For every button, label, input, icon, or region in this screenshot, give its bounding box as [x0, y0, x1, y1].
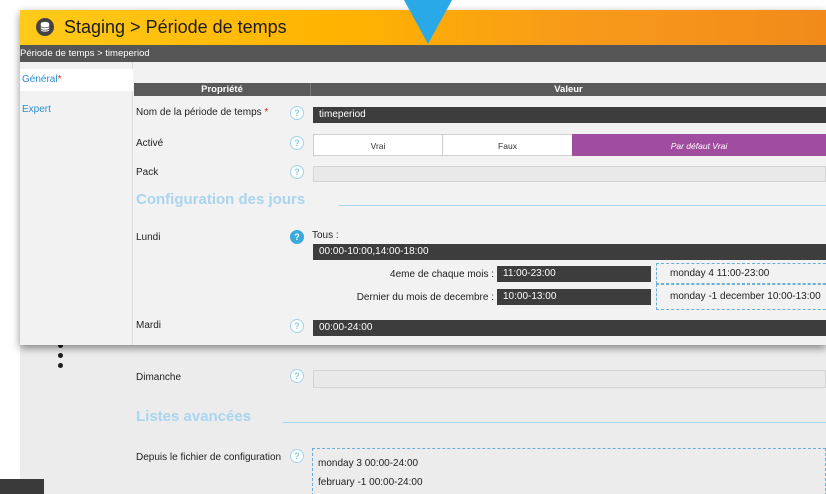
exception-label: Dernier du mois de decembre : — [356, 292, 494, 303]
timeperiod-window: Staging > Période de temps Période de te… — [20, 10, 826, 345]
sidebar-item-label: Général — [22, 74, 58, 85]
exception-preview: monday -1 december 10:00-13:00 — [670, 291, 821, 302]
ellipsis-dot — [58, 363, 63, 368]
help-icon[interactable]: ? — [290, 106, 304, 120]
exception-input[interactable]: 11:00-23:00 — [497, 266, 651, 282]
exception-preview: monday 4 11:00-23:00 — [670, 268, 770, 279]
help-icon[interactable]: ? — [290, 319, 304, 333]
lundi-label: Lundi — [136, 232, 161, 243]
database-icon — [36, 18, 54, 36]
name-input[interactable]: timeperiod — [313, 107, 826, 123]
required-marker: * — [57, 74, 62, 85]
sidebar: Général* Expert — [20, 62, 133, 345]
dimanche-label: Dimanche — [136, 372, 182, 383]
help-icon[interactable]: ? — [290, 165, 304, 179]
lundi-all-label: Tous : — [312, 230, 339, 241]
bottom-dark-tab — [0, 479, 44, 494]
config-line: monday 3 00:00-24:00 — [318, 458, 419, 469]
section-title-advanced-lists: Listes avancées — [136, 408, 252, 425]
help-icon[interactable]: ? — [290, 369, 304, 383]
sidebar-item-expert[interactable]: Expert — [20, 99, 133, 121]
exception-label: 4eme de chaque mois : — [390, 269, 494, 280]
help-icon[interactable]: ? — [290, 230, 304, 244]
sidebar-item-label: Expert — [22, 104, 51, 115]
pointer-notch — [404, 0, 452, 44]
section-divider — [339, 205, 826, 206]
active-option-default[interactable]: Par défaut Vrai — [572, 134, 826, 156]
table-header: Propriété Valeur — [134, 83, 826, 96]
section-title-days: Configuration des jours — [136, 191, 306, 208]
dimanche-input[interactable] — [313, 370, 826, 388]
pack-input[interactable] — [313, 166, 826, 182]
lundi-all-input[interactable]: 00:00-10:00,14:00-18:00 — [313, 244, 826, 260]
breadcrumb: Période de temps > timeperiod — [20, 45, 826, 62]
config-line: february -1 00:00-24:00 — [318, 477, 423, 488]
header-property: Propriété — [201, 84, 243, 95]
help-icon[interactable]: ? — [290, 449, 304, 463]
help-icon[interactable]: ? — [290, 136, 304, 150]
name-label: Nom de la période de temps * — [136, 107, 269, 118]
active-option-false[interactable]: Faux — [442, 134, 573, 156]
active-option-true[interactable]: Vrai — [313, 134, 443, 156]
exception-input[interactable]: 10:00-13:00 — [497, 289, 651, 305]
pack-label: Pack — [136, 167, 159, 178]
header-value: Valeur — [310, 83, 826, 96]
mardi-label: Mardi — [136, 320, 162, 331]
background-sidebar — [20, 345, 132, 494]
sidebar-item-general[interactable]: Général* — [20, 69, 133, 91]
from-config-label: Depuis le fichier de configuration — [136, 452, 282, 463]
window-title: Staging > Période de temps — [64, 17, 287, 37]
ellipsis-dot — [58, 353, 63, 358]
mardi-input[interactable]: 00:00-24:00 — [313, 320, 826, 336]
section-divider — [283, 422, 826, 423]
active-label: Activé — [136, 138, 164, 149]
